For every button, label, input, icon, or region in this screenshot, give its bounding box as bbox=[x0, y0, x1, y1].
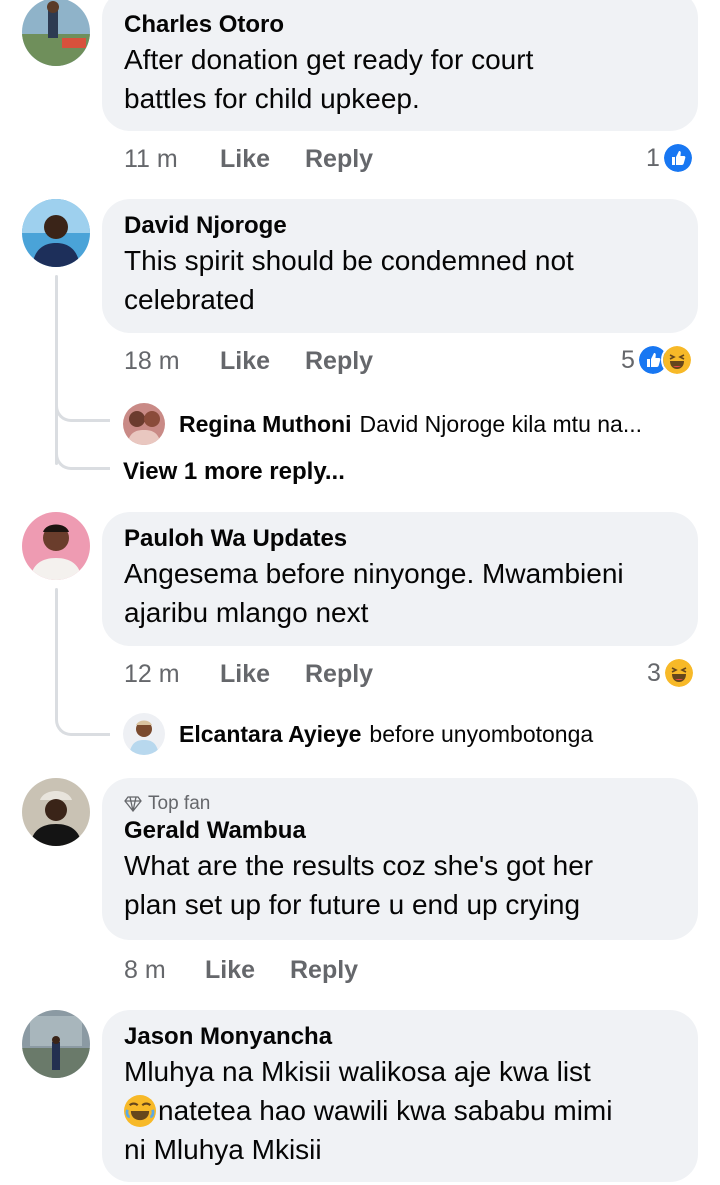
thread-connector-branch bbox=[55, 392, 110, 422]
comment-actions: 18 m Like Reply bbox=[124, 347, 524, 379]
avatar-david-njoroge[interactable] bbox=[22, 199, 90, 267]
comment-text-line: What are the results coz she's got her bbox=[124, 850, 594, 881]
reply-preview[interactable]: Regina Muthoni David Njoroge kila mtu na… bbox=[123, 403, 642, 445]
comment-text-line: celebrated bbox=[124, 284, 255, 315]
reply-button[interactable]: Reply bbox=[305, 347, 373, 376]
comment-text-line: Angesema before ninyonge. Mwambieni bbox=[124, 558, 624, 589]
view-more-replies-link[interactable]: View 1 more reply... bbox=[123, 458, 345, 486]
comment-time: 18 m bbox=[124, 347, 180, 375]
thread-connector bbox=[55, 275, 58, 465]
comment-text-line: After donation get ready for court bbox=[124, 44, 534, 75]
laughing-emoji-icon bbox=[124, 1094, 156, 1127]
comment-author[interactable]: Jason Monyancha bbox=[124, 1022, 676, 1052]
haha-reaction-icon bbox=[662, 657, 695, 689]
reaction-summary[interactable]: 1 bbox=[646, 142, 694, 174]
top-fan-badge: Top fan bbox=[124, 792, 676, 816]
reply-author: Regina Muthoni bbox=[179, 410, 352, 437]
avatar-charles-otoro[interactable] bbox=[22, 0, 90, 66]
comment-text-line: This spirit should be condemned not bbox=[124, 245, 574, 276]
thread-connector-branch bbox=[55, 706, 110, 736]
avatar-jason-monyancha[interactable] bbox=[22, 1010, 90, 1078]
comment-author[interactable]: David Njoroge bbox=[124, 211, 676, 241]
like-button[interactable]: Like bbox=[220, 145, 270, 174]
comment-bubble: Charles Otoro After donation get ready f… bbox=[102, 0, 698, 131]
reaction-summary[interactable]: 5 bbox=[621, 344, 693, 376]
thread-connector bbox=[55, 588, 58, 708]
comment-bubble: David Njoroge This spirit should be cond… bbox=[102, 199, 698, 333]
comment-actions: 8 m Like Reply bbox=[124, 956, 524, 988]
comment-time: 12 m bbox=[124, 660, 180, 688]
comment-time: 8 m bbox=[124, 956, 166, 984]
reply-text: before unyombotonga bbox=[369, 720, 594, 747]
comment-actions: 12 m Like Reply bbox=[124, 660, 524, 692]
avatar-elcantara-ayieye bbox=[123, 713, 165, 755]
comment-bubble: Jason Monyancha Mluhya na Mkisii walikos… bbox=[102, 1010, 698, 1182]
comment-text-line: battles for child upkeep. bbox=[124, 83, 420, 114]
reply-button[interactable]: Reply bbox=[305, 660, 373, 689]
top-fan-diamond-icon bbox=[124, 796, 142, 812]
reply-button[interactable]: Reply bbox=[305, 145, 373, 174]
comment-text-line: Mluhya na Mkisii walikosa aje kwa list bbox=[124, 1056, 591, 1087]
reaction-summary[interactable]: 3 bbox=[647, 657, 695, 689]
reaction-count: 1 bbox=[646, 143, 660, 172]
comment-text-line: natetea hao wawili kwa sababu mimi bbox=[124, 1091, 676, 1130]
reply-text: David Njoroge kila mtu na... bbox=[359, 410, 642, 437]
comment-text-line: ajaribu mlango next bbox=[124, 597, 369, 628]
avatar-regina-muthoni bbox=[123, 403, 165, 445]
avatar-gerald-wambua[interactable] bbox=[22, 778, 90, 846]
comment-actions: 11 m Like Reply bbox=[124, 145, 524, 177]
avatar-pauloh-wa-updates[interactable] bbox=[22, 512, 90, 580]
comment-text-line: ni Mluhya Mkisii bbox=[124, 1134, 322, 1165]
comment-author[interactable]: Charles Otoro bbox=[124, 10, 676, 40]
reaction-count: 3 bbox=[647, 658, 661, 687]
top-fan-label: Top fan bbox=[148, 793, 211, 814]
like-button[interactable]: Like bbox=[220, 660, 270, 689]
thread-connector-branch bbox=[55, 440, 110, 470]
comment-text-segment: natetea hao wawili kwa sababu mimi bbox=[158, 1095, 613, 1126]
like-reaction-icon bbox=[661, 142, 694, 174]
like-button[interactable]: Like bbox=[205, 956, 255, 985]
comment-time: 11 m bbox=[124, 145, 178, 173]
reply-button[interactable]: Reply bbox=[290, 956, 358, 985]
like-button[interactable]: Like bbox=[220, 347, 270, 376]
reply-preview[interactable]: Elcantara Ayieye before unyombotonga bbox=[123, 713, 593, 755]
reaction-count: 5 bbox=[621, 345, 635, 374]
reply-author: Elcantara Ayieye bbox=[179, 720, 362, 747]
comment-bubble: Top fan Gerald Wambua What are the resul… bbox=[102, 778, 698, 940]
comment-author[interactable]: Gerald Wambua bbox=[124, 816, 676, 846]
comment-bubble: Pauloh Wa Updates Angesema before ninyon… bbox=[102, 512, 698, 646]
comment-author[interactable]: Pauloh Wa Updates bbox=[124, 524, 676, 554]
comment-text-line: plan set up for future u end up crying bbox=[124, 889, 581, 920]
haha-reaction-icon bbox=[660, 344, 693, 376]
